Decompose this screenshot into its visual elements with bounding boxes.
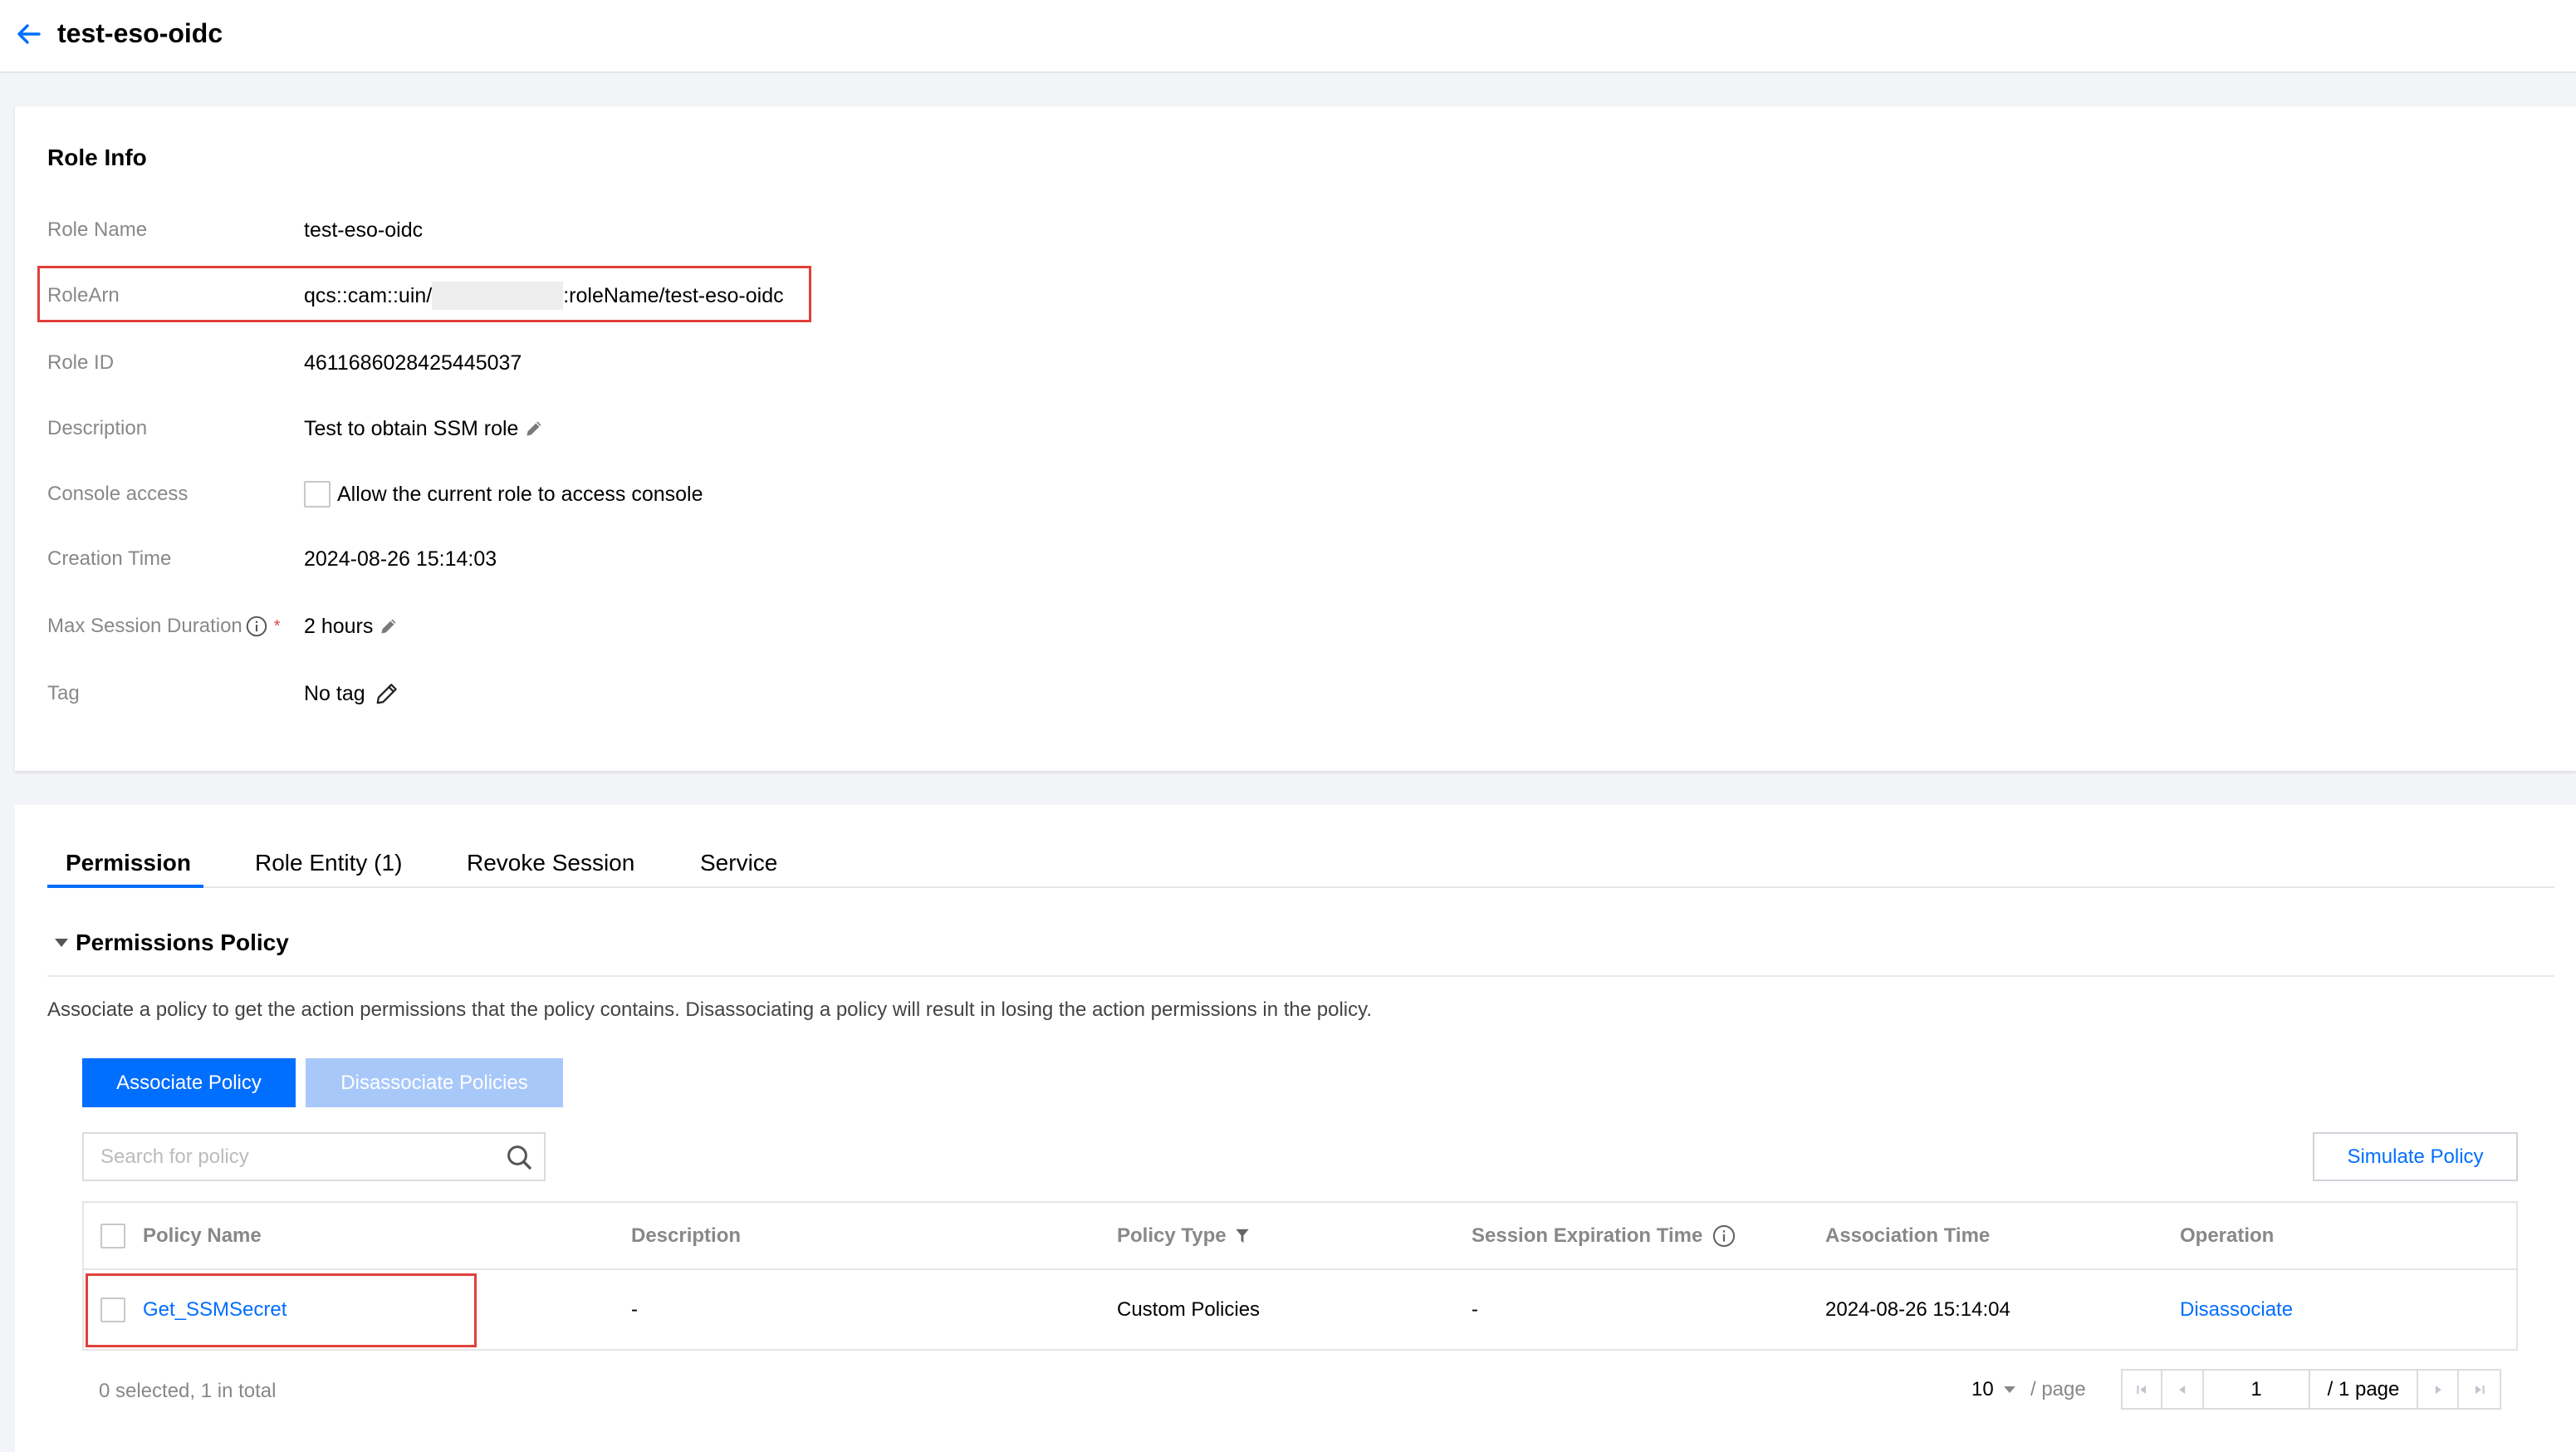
creation-time-label: Creation Time [47,547,172,570]
role-arn-row: RoleArn qcs::cam::uin/ :roleName/test-es… [47,279,784,312]
tag-row: Tag No tag [47,677,399,710]
column-header-operation: Operation [2180,1224,2275,1247]
permissions-policy-description: Associate a policy to get the action per… [47,998,1373,1021]
max-session-duration-value: 2 hours [304,614,374,638]
column-header-policy-name: Policy Name [143,1224,262,1247]
max-session-duration-label-group: Max Session Duration * [47,615,304,638]
tab-divider [47,886,2554,888]
filter-icon[interactable] [1235,1228,1250,1244]
session-expiration-cell: - [1472,1297,1478,1321]
header-checkbox-cell [100,1203,125,1268]
prev-page-button[interactable] [2162,1371,2204,1408]
console-access-checkbox-label[interactable]: Allow the current role to access console [337,483,703,507]
associate-policy-button[interactable]: Associate Policy [82,1058,296,1107]
console-access-label: Console access [47,483,189,505]
page-size-suffix: / page [2030,1378,2086,1400]
search-input[interactable] [82,1132,546,1181]
info-circle-icon[interactable] [1712,1224,1736,1248]
column-header-policy-type-group: Policy Type [1117,1203,1250,1268]
column-header-description: Description [631,1224,742,1247]
arrow-left-icon[interactable] [17,22,42,46]
creation-time-value: 2024-08-26 15:14:03 [304,547,497,571]
active-tab-indicator [47,885,203,888]
console-access-value: Allow the current role to access console [304,481,703,508]
policy-type-cell: Custom Policies [1117,1297,1261,1321]
redacted-uin [432,282,564,310]
search-icon[interactable] [506,1144,532,1170]
tag-value-group: No tag [304,682,399,706]
description-value: Test to obtain SSM role [304,416,519,440]
permissions-policy-title[interactable]: Permissions Policy [76,930,289,956]
role-name-value: test-eso-oidc [304,218,424,242]
caret-down-icon[interactable] [55,939,68,947]
pencil-outline-icon[interactable] [375,682,399,705]
role-name-label: Role Name [47,218,148,241]
disassociate-policies-button[interactable]: Disassociate Policies [306,1058,563,1107]
simulate-policy-button[interactable]: Simulate Policy [2313,1132,2518,1181]
console-access-row: Console access Allow the current role to… [47,478,703,511]
page-header: test-eso-oidc [0,0,2576,73]
role-info-card: Role Info Role Name test-eso-oidc RoleAr… [15,106,2576,771]
role-arn-suffix: :roleName/test-eso-oidc [563,283,784,307]
next-page-button[interactable] [2418,1371,2459,1408]
policy-description-cell: - [631,1297,638,1321]
column-header-session-expiration-time: Session Expiration Time [1472,1224,1703,1247]
last-page-button[interactable] [2459,1371,2500,1408]
page-size-select[interactable]: 10 [1971,1376,1994,1403]
selection-summary: 0 selected, 1 in total [99,1380,277,1402]
max-session-duration-value-group: 2 hours [304,615,398,639]
chevron-down-icon[interactable] [2004,1386,2015,1393]
policy-name-link[interactable]: Get_SSMSecret [143,1270,286,1349]
role-arn-value: qcs::cam::uin/ :roleName/test-eso-oidc [304,282,784,310]
last-page-icon [2475,1385,2485,1394]
tab-service[interactable]: Service [700,846,777,880]
max-session-duration-label: Max Session Duration [47,615,242,637]
pagination: / 1 page [2121,1369,2501,1410]
required-mark: * [273,616,281,635]
role-info-title: Role Info [47,145,147,170]
disassociate-link[interactable]: Disassociate [2180,1270,2293,1349]
tab-role-entity[interactable]: Role Entity (1) [255,846,402,880]
role-id-row: Role ID 4611686028425445037 [47,346,522,380]
tag-label: Tag [47,682,80,704]
role-id-value: 4611686028425445037 [304,351,522,375]
tab-revoke-session[interactable]: Revoke Session [467,846,634,880]
table-header: Policy Name Description Policy Type Sess… [84,1203,2516,1270]
pencil-icon[interactable] [380,617,398,635]
console-access-checkbox[interactable] [304,481,331,508]
table-row: Get_SSMSecret - Custom Policies - 2024-0… [84,1270,2516,1349]
role-arn-prefix: qcs::cam::uin/ [304,283,433,307]
row-checkbox[interactable] [100,1297,125,1322]
description-row: Description Test to obtain SSM role [47,412,543,445]
column-header-policy-type: Policy Type [1117,1224,1227,1247]
column-header-association-time: Association Time [1825,1224,1991,1247]
section-divider [47,975,2554,977]
description-value-group: Test to obtain SSM role [304,417,543,441]
association-time-cell: 2024-08-26 15:14:04 [1825,1297,2010,1321]
role-arn-label: RoleArn [47,284,120,307]
select-all-checkbox[interactable] [100,1223,125,1248]
next-page-icon [2435,1385,2441,1394]
first-page-icon [2137,1385,2146,1394]
role-name-row: Role Name test-eso-oidc [47,213,423,247]
search-box [82,1132,546,1181]
current-page-input[interactable] [2204,1371,2310,1408]
policy-table: Policy Name Description Policy Type Sess… [82,1201,2518,1351]
role-id-label: Role ID [47,351,115,374]
tab-permission[interactable]: Permission [66,846,191,880]
tag-value: No tag [304,681,365,705]
creation-time-row: Creation Time 2024-08-26 15:14:03 [47,542,497,576]
total-pages: / 1 page [2310,1371,2418,1408]
description-label: Description [47,417,148,439]
column-header-session-expiration-group: Session Expiration Time [1472,1203,1736,1268]
max-session-duration-row: Max Session Duration * 2 hours [47,610,398,643]
page-title: test-eso-oidc [57,18,223,48]
permissions-card: Permission Role Entity (1) Revoke Sessio… [15,805,2576,1452]
first-page-button[interactable] [2123,1371,2162,1408]
info-circle-icon[interactable] [246,616,267,637]
pencil-icon[interactable] [525,419,543,438]
prev-page-icon [2179,1385,2186,1394]
row-checkbox-cell [100,1270,125,1349]
